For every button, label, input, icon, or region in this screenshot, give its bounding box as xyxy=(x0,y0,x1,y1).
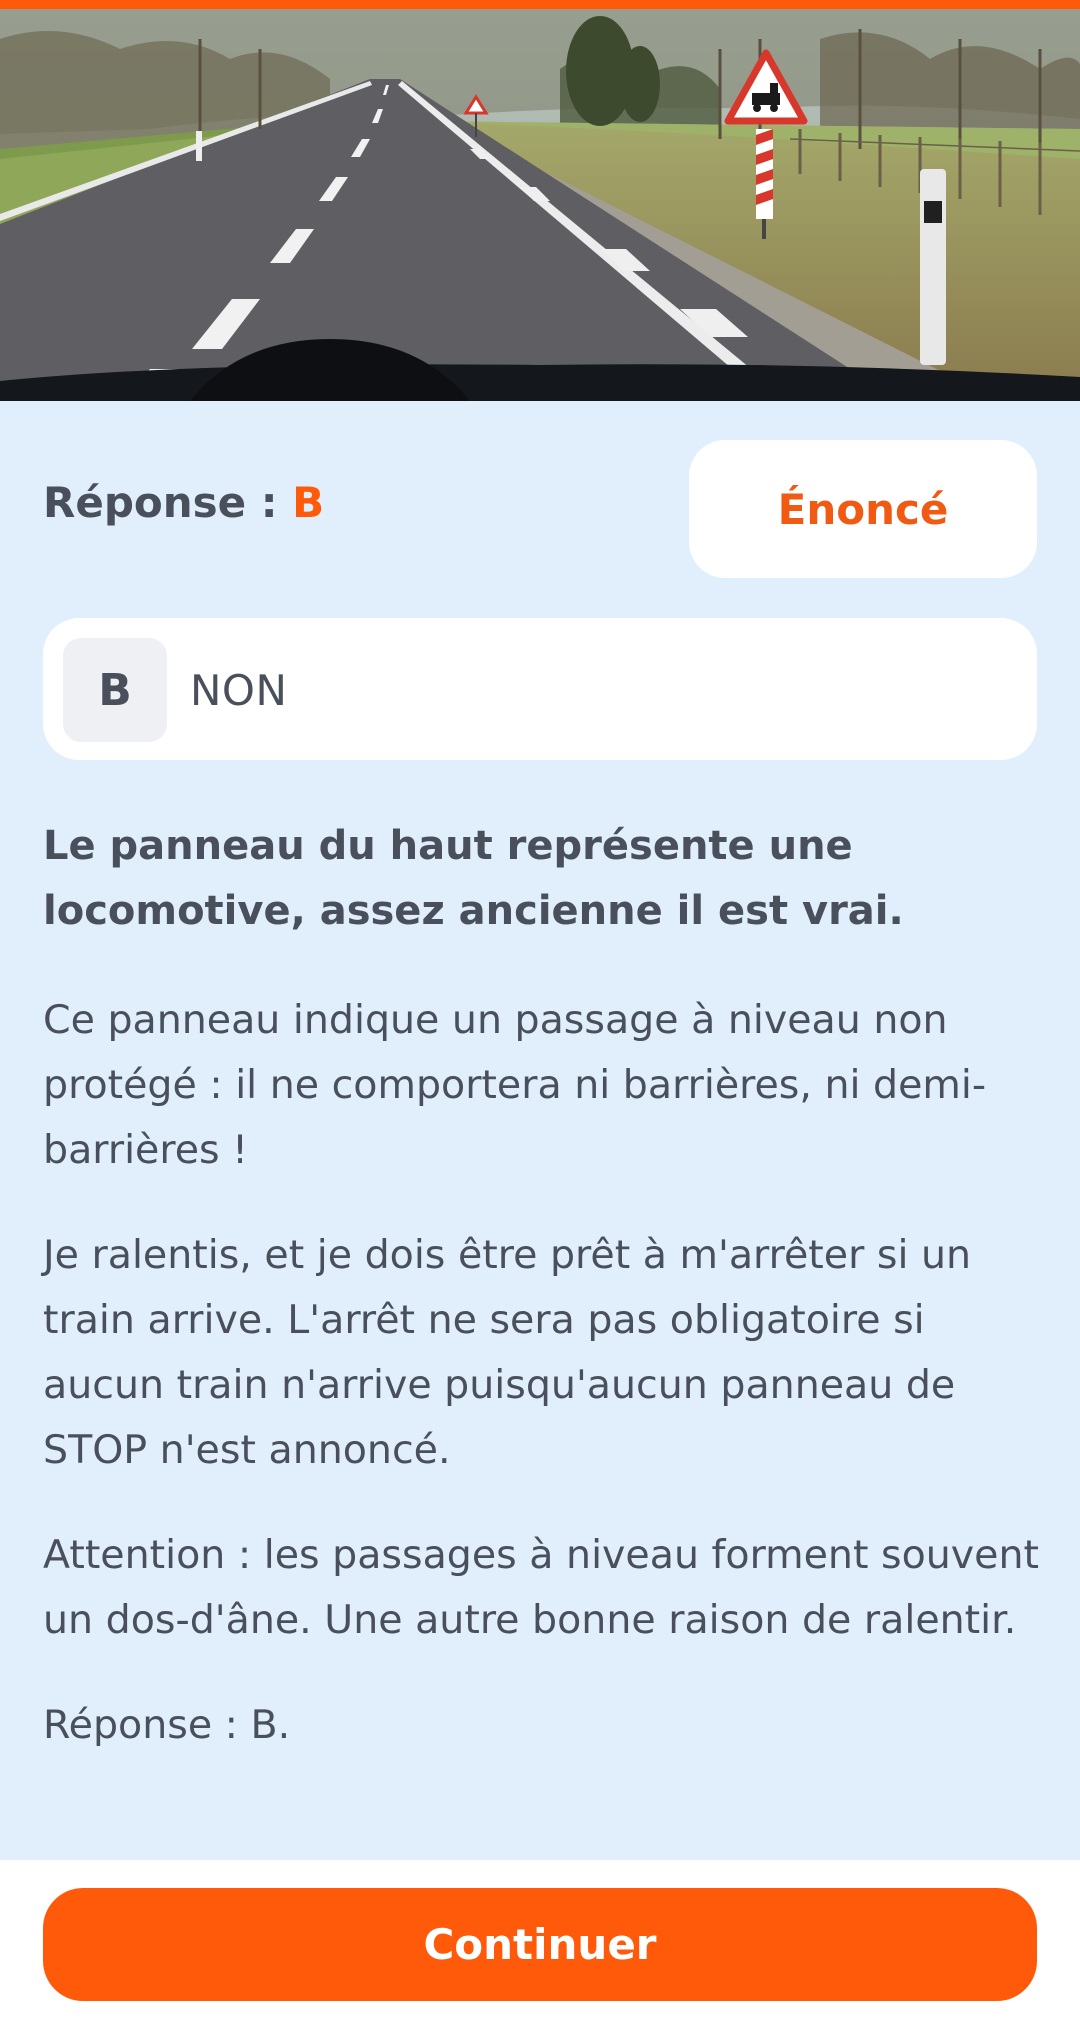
explanation-paragraph: Ce panneau indique un passage à niveau n… xyxy=(43,997,987,1173)
answer-prefix: Réponse : xyxy=(43,478,293,527)
top-accent-bar xyxy=(0,0,1080,9)
explanation-lead: Le panneau du haut représente une locomo… xyxy=(43,823,904,934)
continue-button[interactable]: Continuer xyxy=(43,1888,1037,2001)
explanation-paragraph: Attention : les passages à niveau formen… xyxy=(43,1532,1039,1643)
explanation: Le panneau du haut représente une locomo… xyxy=(43,814,1043,1798)
road-photo xyxy=(0,9,1080,401)
choice-text: NON xyxy=(190,666,288,715)
statement-button[interactable]: Énoncé xyxy=(689,440,1037,578)
answer-label: Réponse : B xyxy=(43,478,324,527)
footer-bar: Continuer xyxy=(0,1860,1080,2044)
explanation-paragraph: Je ralentis, et je dois être prêt à m'ar… xyxy=(43,1232,972,1473)
explanation-answer: Réponse : B. xyxy=(43,1702,291,1748)
answer-row: Réponse : B Énoncé xyxy=(43,440,1037,578)
choice-letter-badge: B xyxy=(63,638,167,742)
answer-letter: B xyxy=(292,478,325,527)
selected-choice-card: B NON xyxy=(43,618,1037,760)
